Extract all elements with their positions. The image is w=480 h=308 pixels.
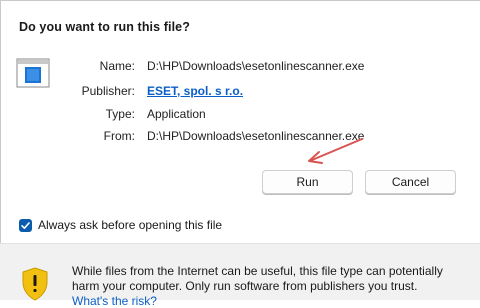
dialog-title: Do you want to run this file? bbox=[19, 20, 190, 34]
name-label: Name: bbox=[99, 59, 135, 73]
cancel-button[interactable]: Cancel bbox=[365, 170, 456, 194]
always-ask-row: Always ask before opening this file bbox=[19, 218, 222, 232]
type-value: Application bbox=[147, 107, 206, 121]
run-button[interactable]: Run bbox=[262, 170, 353, 194]
window-top-border bbox=[0, 0, 480, 1]
checkmark-icon bbox=[21, 221, 30, 229]
always-ask-checkbox[interactable] bbox=[19, 218, 32, 232]
warning-text: While files from the Internet can be use… bbox=[72, 264, 443, 293]
shield-warning-icon bbox=[20, 266, 50, 302]
publisher-link[interactable]: ESET, spol. s r.o. bbox=[147, 84, 243, 98]
from-label: From: bbox=[103, 129, 135, 143]
name-value: D:\HP\Downloads\esetonlinescanner.exe bbox=[147, 59, 365, 73]
whats-the-risk-link[interactable]: What's the risk? bbox=[72, 294, 157, 308]
application-window-icon bbox=[16, 58, 50, 88]
type-label: Type: bbox=[105, 107, 135, 121]
always-ask-label: Always ask before opening this file bbox=[38, 218, 223, 232]
annotation-arrow-icon bbox=[300, 133, 370, 169]
publisher-label: Publisher: bbox=[81, 84, 135, 98]
